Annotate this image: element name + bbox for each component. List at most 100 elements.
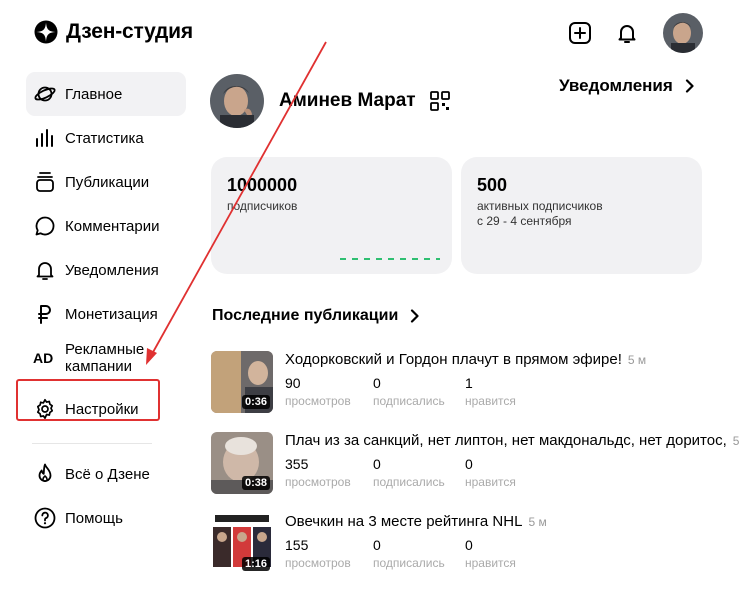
sidebar-item-label: Статистика	[65, 129, 144, 147]
sidebar-item-label: Комментарии	[65, 217, 160, 235]
sidebar-item-about-zen[interactable]: Всё о Дзене	[26, 452, 186, 496]
stat-subs-value: 0	[373, 375, 381, 391]
stat-views-value: 155	[285, 537, 309, 553]
publication-title-row: Плач из за санкций, нет липтон, нет макд…	[285, 432, 743, 449]
sidebar-item-comments[interactable]: Комментарии	[26, 204, 186, 248]
publication-title-row: Ходорковский и Гордон плачут в прямом эф…	[285, 351, 646, 368]
sidebar-item-label: Монетизация	[65, 305, 158, 323]
stat-subs: 0 подписались	[373, 456, 445, 489]
publication-thumbnail[interactable]: 0:38	[211, 432, 273, 494]
sidebar-item-publications[interactable]: Публикации	[26, 160, 186, 204]
publication-time: 5 м	[732, 434, 743, 448]
stat-views-label: просмотров	[285, 556, 351, 570]
stack-icon	[33, 170, 57, 194]
stat-likes-value: 0	[465, 537, 473, 553]
top-actions	[566, 13, 703, 53]
sidebar-item-label: Уведомления	[65, 261, 159, 279]
add-publication-button[interactable]	[566, 19, 594, 47]
ad-icon: AD	[33, 346, 57, 370]
publication-title: Плач из за санкций, нет липтон, нет макд…	[285, 432, 727, 449]
stat-views-label: просмотров	[285, 394, 351, 408]
sidebar-item-label: Публикации	[65, 173, 150, 191]
svg-text:AD: AD	[33, 350, 53, 366]
video-duration: 0:36	[241, 395, 270, 409]
avatar-image	[663, 13, 703, 53]
stat-subs: 0 подписались	[373, 537, 445, 570]
sidebar-divider	[32, 443, 152, 444]
stat-likes-value: 1	[465, 375, 473, 391]
qr-code-icon[interactable]	[429, 91, 450, 111]
logo-text: Дзен-студия	[66, 20, 193, 43]
stat-views: 155 просмотров	[285, 537, 351, 570]
stat-views-value: 90	[285, 375, 301, 391]
stat-subs-value: 0	[373, 456, 381, 472]
publication-item[interactable]: 1:16 Овечкин на 3 месте рейтинга NHL 5 м …	[211, 513, 743, 575]
subscribers-count: 1000000	[227, 175, 298, 195]
user-avatar[interactable]	[663, 13, 703, 53]
help-icon	[33, 506, 57, 530]
stat-likes: 1 нравится	[465, 375, 516, 408]
publication-item[interactable]: 0:36 Ходорковский и Гордон плачут в прям…	[211, 351, 743, 413]
chevron-right-icon	[411, 309, 419, 323]
sidebar-item-label: Рекламные кампании	[65, 341, 145, 375]
add-square-icon	[569, 22, 591, 44]
latest-publications-title: Последние публикации	[212, 307, 399, 324]
stat-subs-value: 0	[373, 537, 381, 553]
stat-likes-label: нравится	[465, 475, 516, 489]
publication-thumbnail[interactable]: 1:16	[211, 513, 273, 575]
zen-star-icon	[34, 20, 58, 44]
subscribers-label: подписчиков	[227, 199, 298, 213]
sidebar: Главное Статистика Публикации Комментари…	[26, 72, 186, 540]
profile-header: Аминев Марат	[210, 74, 450, 128]
latest-publications-link[interactable]: Последние публикации	[212, 307, 420, 325]
avatar-image	[210, 74, 264, 128]
video-duration: 0:38	[241, 476, 270, 490]
bar-chart-icon	[33, 126, 57, 150]
flame-icon	[33, 462, 57, 486]
stat-likes-label: нравится	[465, 556, 516, 570]
settings-highlight-box	[16, 379, 160, 421]
video-duration: 1:16	[241, 557, 270, 571]
sidebar-item-label: Помощь	[65, 509, 123, 527]
active-subscribers-period: с 29 - 4 сентября	[477, 214, 572, 228]
stat-views: 355 просмотров	[285, 456, 351, 489]
stat-subs-label: подписались	[373, 556, 445, 570]
stat-subs: 0 подписались	[373, 375, 445, 408]
active-subscribers-card[interactable]: 500 активных подписчиков с 29 - 4 сентяб…	[461, 157, 702, 274]
active-subscribers-count: 500	[477, 175, 508, 195]
stat-views: 90 просмотров	[285, 375, 351, 408]
publication-item[interactable]: 0:38 Плач из за санкций, нет липтон, нет…	[211, 432, 743, 494]
stat-views-label: просмотров	[285, 475, 351, 489]
bell-icon	[33, 258, 57, 282]
sidebar-item-statistics[interactable]: Статистика	[26, 116, 186, 160]
profile-name: Аминев Марат	[279, 90, 416, 111]
chevron-right-icon	[685, 79, 694, 93]
stat-subs-label: подписались	[373, 475, 445, 489]
stat-likes: 0 нравится	[465, 537, 516, 570]
publication-time: 5 м	[528, 515, 547, 529]
stat-likes-value: 0	[465, 456, 473, 472]
profile-avatar[interactable]	[210, 74, 264, 128]
ruble-icon	[33, 302, 57, 326]
sidebar-item-monetization[interactable]: Монетизация	[26, 292, 186, 336]
active-subscribers-label: активных подписчиков	[477, 199, 603, 213]
notifications-link-label: Уведомления	[559, 76, 673, 95]
sidebar-item-help[interactable]: Помощь	[26, 496, 186, 540]
sidebar-item-notifications[interactable]: Уведомления	[26, 248, 186, 292]
publication-title: Ходорковский и Гордон плачут в прямом эф…	[285, 351, 622, 368]
subscribers-sparkline	[340, 258, 440, 260]
sidebar-item-ad-campaigns[interactable]: AD Рекламные кампании	[26, 336, 186, 380]
notifications-link[interactable]: Уведомления	[559, 76, 695, 96]
comment-icon	[33, 214, 57, 238]
sidebar-item-main[interactable]: Главное	[26, 72, 186, 116]
publication-time: 5 м	[627, 353, 647, 367]
subscribers-card[interactable]: 1000000 подписчиков	[211, 157, 452, 274]
publication-title: Овечкин на 3 месте рейтинга NHL	[285, 513, 523, 530]
notifications-button[interactable]	[613, 19, 641, 47]
stat-likes-label: нравится	[465, 394, 516, 408]
logo[interactable]: Дзен-студия	[34, 20, 193, 44]
publication-title-row: Овечкин на 3 месте рейтинга NHL 5 м	[285, 513, 547, 530]
publication-thumbnail[interactable]: 0:36	[211, 351, 273, 413]
sidebar-item-label: Всё о Дзене	[65, 465, 150, 483]
stat-likes: 0 нравится	[465, 456, 516, 489]
